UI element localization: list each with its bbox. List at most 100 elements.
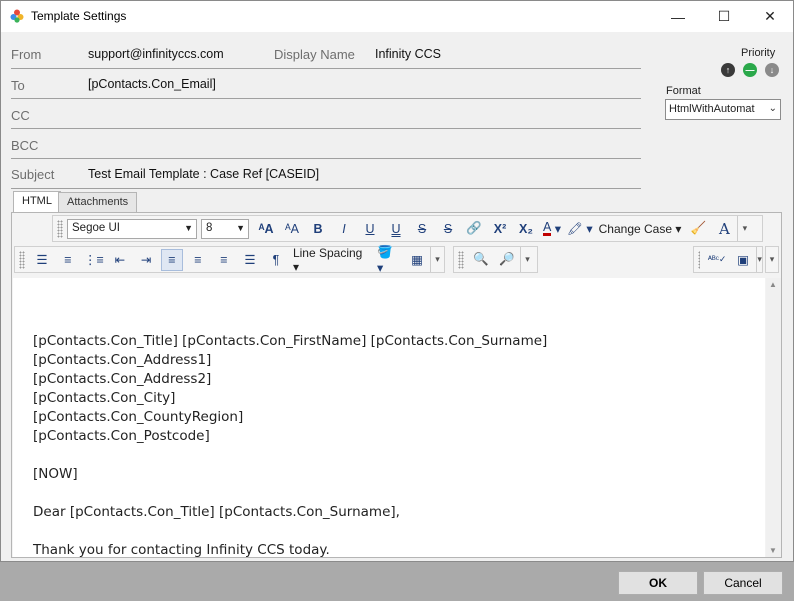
from-row: From support@infinityccs.com Display Nam… xyxy=(11,39,641,69)
window-title: Template Settings xyxy=(31,9,127,23)
font-color-button[interactable]: A ▾ xyxy=(541,218,563,240)
chevron-down-icon: ▼ xyxy=(184,222,193,233)
change-case-button[interactable]: Change Case ▾ xyxy=(595,222,686,236)
toolbar-grip[interactable] xyxy=(57,219,63,238)
vertical-scrollbar[interactable]: ▲ ▼ xyxy=(766,278,781,557)
bcc-label: BCC xyxy=(11,138,39,153)
line-spacing-button[interactable]: Line Spacing ▾ xyxy=(289,246,375,274)
tab-html[interactable]: HTML xyxy=(13,191,61,213)
align-right-icon[interactable]: ≡ xyxy=(213,249,235,271)
pilcrow-icon[interactable]: ¶ xyxy=(265,249,287,271)
arrow-up-icon[interactable]: ↑ xyxy=(721,63,735,77)
formatting-toolbar: Segoe UI ▼ 8 ▼ ᴬA ᴬA B I U U S S 🔗 X² X₂… xyxy=(52,215,763,242)
borders-icon[interactable]: ▦ xyxy=(406,249,428,271)
change-case-label: Change Case xyxy=(598,221,673,236)
hyperlink-icon[interactable]: 🔗 xyxy=(463,218,485,240)
zoom-out-icon[interactable]: 🔍 xyxy=(470,249,492,271)
subject-label: Subject xyxy=(11,167,55,182)
html-editor: Segoe UI ▼ 8 ▼ ᴬA ᴬA B I U U S S 🔗 X² X₂… xyxy=(11,212,782,558)
app-logo-icon xyxy=(10,9,24,23)
zoom-toolbar: 🔍 🔎 ▾ xyxy=(453,246,538,273)
font-size-select[interactable]: 8 ▼ xyxy=(201,218,249,239)
body-line: Dear [pContacts.Con_Title] [pContacts.Co… xyxy=(33,504,400,520)
highlight-color-button[interactable]: 🖍 ▾ xyxy=(567,218,593,240)
underline-button[interactable]: U xyxy=(359,218,381,240)
align-left-icon[interactable]: ≡ xyxy=(160,248,183,271)
double-underline-button[interactable]: U xyxy=(385,218,407,240)
toolbar-overflow-button[interactable]: ▾ xyxy=(756,247,762,272)
shading-icon[interactable]: 🪣 ▾ xyxy=(377,245,402,275)
ok-button[interactable]: OK xyxy=(618,571,698,595)
italic-button[interactable]: I xyxy=(333,218,355,240)
toolbar-overflow-button[interactable]: ▾ xyxy=(765,246,779,273)
double-strikethrough-button[interactable]: S xyxy=(437,218,459,240)
to-row: To [pContacts.Con_Email] xyxy=(11,69,641,99)
bullet-list-icon[interactable]: ☰ xyxy=(31,249,53,271)
cancel-button[interactable]: Cancel xyxy=(703,571,783,595)
to-label: To xyxy=(11,78,25,93)
priority-label: Priority xyxy=(741,47,776,59)
minimize-button[interactable]: — xyxy=(655,1,701,32)
body-line: [pContacts.Con_City] xyxy=(33,390,176,406)
clear-format-icon[interactable]: 🧹 xyxy=(687,218,709,240)
numbered-list-icon[interactable]: ≡ xyxy=(57,249,79,271)
font-family-value: Segoe UI xyxy=(72,221,120,234)
scroll-up-icon[interactable]: ▲ xyxy=(769,280,777,289)
display-name-label: Display Name xyxy=(274,47,355,62)
tab-attachments[interactable]: Attachments xyxy=(58,192,138,213)
close-button[interactable]: ✕ xyxy=(747,1,793,32)
format-value: HtmlWithAutomat xyxy=(669,103,755,115)
template-settings-window: Template Settings — ☐ ✕ From support@inf… xyxy=(0,0,794,562)
proofing-toolbar: ᴬᴮᶜ✓ ▣ ▾ xyxy=(693,246,763,273)
line-spacing-label: Line Spacing xyxy=(292,245,363,260)
body-line: [pContacts.Con_Address1] xyxy=(33,352,212,368)
maximize-button[interactable]: ☐ xyxy=(701,1,747,32)
align-center-icon[interactable]: ≡ xyxy=(187,249,209,271)
justify-icon[interactable]: ☰ xyxy=(239,249,261,271)
grow-font-button[interactable]: ᴬA xyxy=(255,218,277,240)
body-line: [pContacts.Con_Address2] xyxy=(33,371,212,387)
from-field[interactable]: support@infinityccs.com xyxy=(88,47,224,61)
zoom-in-icon[interactable]: 🔎 xyxy=(496,249,518,271)
format-select[interactable]: HtmlWithAutomat ⌄ xyxy=(665,99,781,120)
email-body-editor[interactable]: [pContacts.Con_Title] [pContacts.Con_Fir… xyxy=(13,278,765,558)
subject-field[interactable]: Test Email Template : Case Ref [CASEID] xyxy=(88,167,319,181)
body-line: [pContacts.Con_Title] [pContacts.Con_Fir… xyxy=(33,333,548,349)
minus-icon[interactable]: — xyxy=(743,63,757,77)
font-dialog-button[interactable]: A xyxy=(713,218,735,240)
font-family-select[interactable]: Segoe UI ▼ xyxy=(67,218,197,239)
spell-check-icon[interactable]: ᴬᴮᶜ✓ xyxy=(706,249,728,271)
toolbar-overflow-button[interactable]: ▾ xyxy=(520,247,534,272)
format-label: Format xyxy=(666,85,701,97)
toolbar-grip[interactable] xyxy=(458,250,464,269)
body-line: [NOW] xyxy=(33,466,78,482)
shrink-font-button[interactable]: ᴬA xyxy=(281,218,303,240)
font-size-value: 8 xyxy=(206,221,213,234)
toolbar-overflow-button[interactable]: ▾ xyxy=(737,216,751,241)
cc-label: CC xyxy=(11,108,30,123)
ok-label: OK xyxy=(649,576,667,590)
bcc-row: BCC xyxy=(11,129,641,159)
bold-button[interactable]: B xyxy=(307,218,329,240)
chevron-down-icon: ⌄ xyxy=(768,103,777,114)
toolbar-grip[interactable] xyxy=(698,250,701,269)
to-field[interactable]: [pContacts.Con_Email] xyxy=(88,77,216,91)
body-line: [pContacts.Con_Postcode] xyxy=(33,428,210,444)
increase-indent-icon[interactable]: ⇥ xyxy=(135,249,157,271)
toolbar-grip[interactable] xyxy=(19,250,25,269)
decrease-indent-icon[interactable]: ⇤ xyxy=(109,249,131,271)
display-name-field[interactable]: Infinity CCS xyxy=(375,47,441,61)
toolbar-overflow-button[interactable]: ▾ xyxy=(430,247,444,272)
subscript-button[interactable]: X₂ xyxy=(515,218,537,240)
arrow-down-icon[interactable]: ↓ xyxy=(765,63,779,77)
superscript-button[interactable]: X² xyxy=(489,218,511,240)
strikethrough-button[interactable]: S xyxy=(411,218,433,240)
body-line: Thank you for contacting Infinity CCS to… xyxy=(33,542,330,558)
scroll-down-icon[interactable]: ▼ xyxy=(769,546,777,555)
paragraph-toolbar: ☰ ≡ ⋮≡ ⇤ ⇥ ≡ ≡ ≡ ☰ ¶ Line Spacing ▾ 🪣 ▾ … xyxy=(14,245,445,275)
cc-row: CC xyxy=(11,99,641,129)
multilevel-list-icon[interactable]: ⋮≡ xyxy=(83,249,105,271)
subject-row: Subject Test Email Template : Case Ref [… xyxy=(11,159,641,189)
title-bar[interactable]: Template Settings — ☐ ✕ xyxy=(1,1,793,32)
autotext-icon[interactable]: ▣ xyxy=(732,249,754,271)
